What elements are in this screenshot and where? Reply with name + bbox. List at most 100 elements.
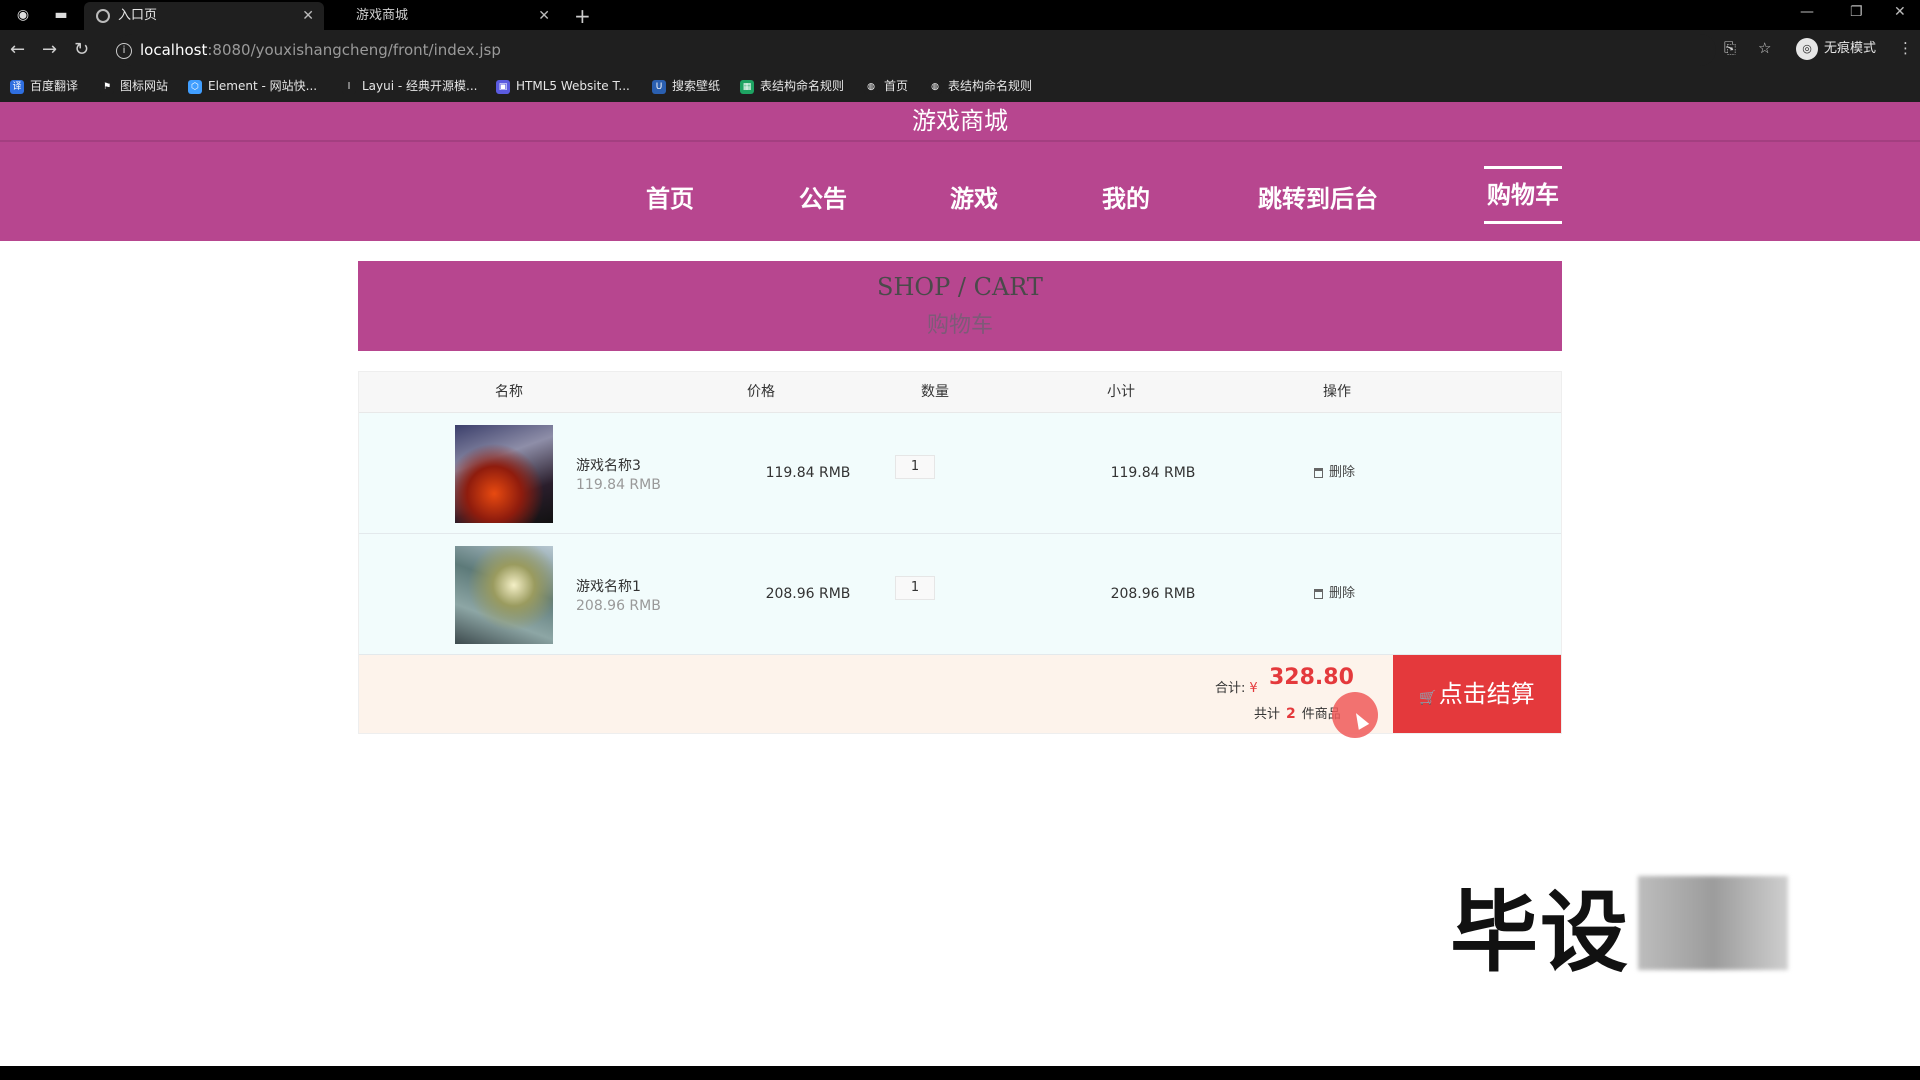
incognito-label: 无痕模式: [1824, 41, 1877, 56]
tab-title: 入口页: [118, 8, 158, 23]
delete-button[interactable]: 删除: [1314, 413, 1355, 533]
delete-button[interactable]: 删除: [1314, 534, 1355, 654]
trash-icon: [1314, 588, 1323, 599]
header-price: 价格: [747, 384, 775, 400]
bookmark-label: 图标网站: [120, 79, 169, 93]
banner-title-zh: 购物车: [926, 313, 993, 338]
site-title: 游戏商城: [912, 107, 1008, 135]
tab-search-icon[interactable]: ▬: [52, 6, 70, 24]
cart-table: 名称 价格 数量 小计 操作 游戏名称3 119.84 RMB 119.84 R…: [358, 371, 1562, 734]
browser-logo-icon[interactable]: ◉: [14, 6, 32, 24]
url-input[interactable]: i localhost:8080/youxishangcheng/front/in…: [116, 34, 1716, 66]
total-amount: 328.80: [1269, 665, 1354, 690]
bookmark-item[interactable]: ⬡ Element - 网站快...: [188, 78, 317, 94]
product-name[interactable]: 游戏名称1: [576, 576, 641, 596]
quantity-input[interactable]: 1: [895, 455, 935, 479]
page-banner: SHOP / CART 购物车: [358, 261, 1562, 351]
cart-summary: 合计: ¥ 328.80 共计 2 件商品 🛒点击结算: [359, 655, 1561, 733]
count-number: 2: [1286, 706, 1296, 722]
url-path: :8080/youxishangcheng/front/index.jsp: [207, 41, 501, 59]
minimize-icon[interactable]: —: [1800, 4, 1814, 20]
nav-cart[interactable]: 购物车: [1484, 166, 1562, 224]
row-subtotal: 208.96 RMB: [1110, 586, 1196, 602]
browser-tab-bar: ◉ ▬ 入口页 ✕ 游戏商城 ✕ + — ❐ ✕: [0, 0, 1920, 30]
game-thumbnail[interactable]: [455, 546, 553, 644]
new-tab-icon[interactable]: +: [574, 2, 591, 30]
globe-icon: ◍: [928, 79, 942, 94]
bookmark-item[interactable]: ⚑ 图标网站: [100, 78, 168, 94]
wallpaper-search-icon: U: [652, 79, 666, 94]
header-qty: 数量: [921, 384, 949, 400]
globe-icon: ◍: [864, 79, 878, 94]
site-info-icon[interactable]: i: [116, 42, 132, 59]
bookmarks-bar: 译百度翻译 ⚑ 图标网站 ⬡ Element - 网站快... l Layui - 经…: [0, 70, 1920, 103]
screen-bottom-border: [0, 1066, 1920, 1080]
bookmark-label: 搜索壁纸: [672, 79, 721, 93]
delete-label: 删除: [1329, 586, 1356, 601]
menu-kebab-icon[interactable]: ⋮: [1898, 39, 1913, 57]
row-price: 208.96 RMB: [765, 586, 851, 602]
header-name: 名称: [495, 384, 523, 400]
tab-close-icon[interactable]: ✕: [302, 2, 314, 30]
quantity-input[interactable]: 1: [895, 576, 935, 600]
translate-icon[interactable]: ⎘: [1724, 39, 1736, 57]
bookmark-label: 表结构命名规则: [760, 79, 845, 93]
cart-table-header: 名称 价格 数量 小计 操作: [359, 372, 1561, 413]
reload-icon[interactable]: ↻: [74, 39, 89, 61]
incognito-icon: ◎: [1796, 38, 1818, 60]
bookmark-item[interactable]: ◍ 首页: [864, 78, 908, 94]
nav-games[interactable]: 游戏: [944, 174, 1004, 224]
nav-admin[interactable]: 跳转到后台: [1248, 174, 1388, 224]
trash-icon: [1314, 467, 1323, 478]
game-thumbnail[interactable]: [455, 425, 553, 523]
tab-title: 游戏商城: [356, 8, 409, 23]
tab-favicon-icon: [96, 8, 110, 23]
browser-tab-1[interactable]: 入口页 ✕: [84, 2, 324, 30]
forward-icon[interactable]: →: [42, 39, 57, 61]
spreadsheet-icon: ▦: [740, 79, 754, 94]
restore-icon[interactable]: ❐: [1850, 4, 1863, 20]
flag-icon: ⚑: [100, 79, 114, 94]
tab-close-icon[interactable]: ✕: [538, 2, 550, 30]
bookmark-label: Layui - 经典开源模...: [362, 79, 478, 93]
site-header: 游戏商城 首页 公告 游戏 我的 跳转到后台 购物车: [0, 102, 1920, 241]
bookmark-item[interactable]: U 搜索壁纸: [652, 78, 720, 94]
nav-mine[interactable]: 我的: [1096, 174, 1156, 224]
watermark-text: 毕设: [1450, 881, 1631, 984]
bookmark-label: 表结构命名规则: [948, 79, 1033, 93]
product-name[interactable]: 游戏名称3: [576, 455, 641, 475]
delete-label: 删除: [1329, 465, 1356, 480]
back-icon[interactable]: ←: [10, 39, 25, 61]
layui-logo-icon: l: [342, 79, 356, 94]
html5-template-icon: ▣: [496, 79, 510, 94]
header-subtotal: 小计: [1107, 384, 1135, 400]
header-divider: [0, 140, 1920, 142]
incognito-indicator[interactable]: ◎ 无痕模式: [1796, 38, 1876, 60]
bookmark-label: 首页: [884, 79, 909, 93]
product-unit-price: 208.96 RMB: [576, 598, 661, 614]
browser-tab-2[interactable]: 游戏商城 ✕: [330, 2, 560, 30]
currency-symbol: ¥: [1249, 681, 1258, 696]
bookmark-item[interactable]: 译百度翻译: [10, 78, 78, 94]
bookmark-label: 百度翻译: [30, 79, 79, 93]
bookmark-item[interactable]: ◍ 表结构命名规则: [928, 78, 1032, 94]
row-price: 119.84 RMB: [765, 465, 851, 481]
bookmark-item[interactable]: l Layui - 经典开源模...: [342, 78, 477, 94]
nav-home[interactable]: 首页: [640, 174, 700, 224]
cart-row: 游戏名称3 119.84 RMB 119.84 RMB 1 119.84 RMB…: [359, 413, 1561, 534]
bookmark-label: HTML5 Website T...: [516, 79, 630, 93]
product-unit-price: 119.84 RMB: [576, 477, 661, 493]
address-bar-row: ← → ↻ i localhost:8080/youxishangcheng/fr…: [0, 30, 1920, 70]
baidu-translate-icon: 译: [10, 79, 24, 94]
bookmark-item[interactable]: ▦ 表结构命名规则: [740, 78, 844, 94]
total-label: 合计: ¥: [1215, 677, 1258, 696]
bookmark-star-icon[interactable]: ☆: [1758, 39, 1771, 57]
bookmark-item[interactable]: ▣ HTML5 Website T...: [496, 78, 630, 94]
cart-icon: 🛒: [1419, 690, 1437, 706]
close-window-icon[interactable]: ✕: [1894, 4, 1906, 20]
checkout-button[interactable]: 🛒点击结算: [1393, 655, 1561, 733]
cart-row: 游戏名称1 208.96 RMB 208.96 RMB 1 208.96 RMB…: [359, 534, 1561, 655]
nav-announcements[interactable]: 公告: [793, 174, 853, 224]
total-label-text: 合计:: [1215, 681, 1246, 696]
header-actions: 操作: [1323, 384, 1351, 400]
